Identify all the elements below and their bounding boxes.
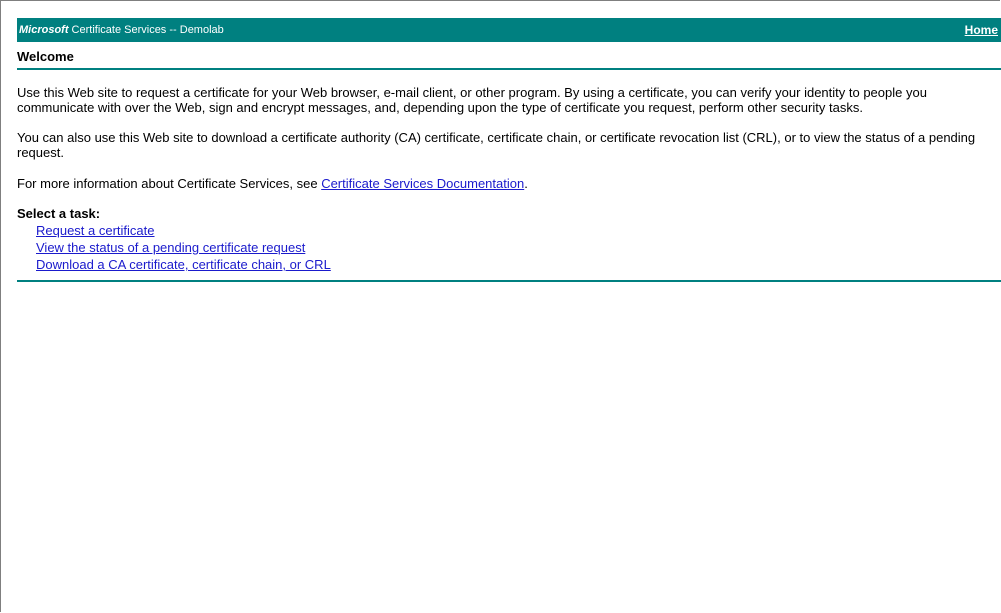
task-item: Download a CA certificate, certificate c…	[36, 256, 1001, 273]
view-pending-request-link[interactable]: View the status of a pending certificate…	[36, 240, 305, 255]
page-title: Welcome	[17, 42, 1001, 70]
download-paragraph: You can also use this Web site to downlo…	[17, 130, 976, 160]
task-item: Request a certificate	[36, 222, 1001, 239]
banner-title: Microsoft Certificate Services -- Demola…	[19, 24, 224, 36]
home-link[interactable]: Home	[965, 23, 998, 37]
task-list: Request a certificate View the status of…	[36, 222, 1001, 273]
browser-viewport: Microsoft Certificate Services -- Demola…	[0, 0, 1001, 612]
download-ca-certificate-link[interactable]: Download a CA certificate, certificate c…	[36, 257, 331, 272]
header-banner: Microsoft Certificate Services -- Demola…	[17, 18, 1001, 42]
brand-name: Microsoft	[19, 24, 69, 36]
page-content: Microsoft Certificate Services -- Demola…	[17, 18, 1001, 289]
intro-paragraph: Use this Web site to request a certifica…	[17, 85, 927, 115]
service-title: Certificate Services -- Demolab	[68, 24, 224, 36]
more-info-period: .	[524, 176, 528, 191]
footer-divider	[17, 280, 1001, 282]
request-certificate-link[interactable]: Request a certificate	[36, 223, 155, 238]
more-info-text: For more information about Certificate S…	[17, 176, 322, 191]
task-heading: Select a task:	[17, 206, 101, 221]
task-item: View the status of a pending certificate…	[36, 239, 1001, 256]
more-info-paragraph: For more information about Certificate S…	[17, 176, 1001, 191]
documentation-link[interactable]: Certificate Services Documentation	[321, 176, 524, 191]
